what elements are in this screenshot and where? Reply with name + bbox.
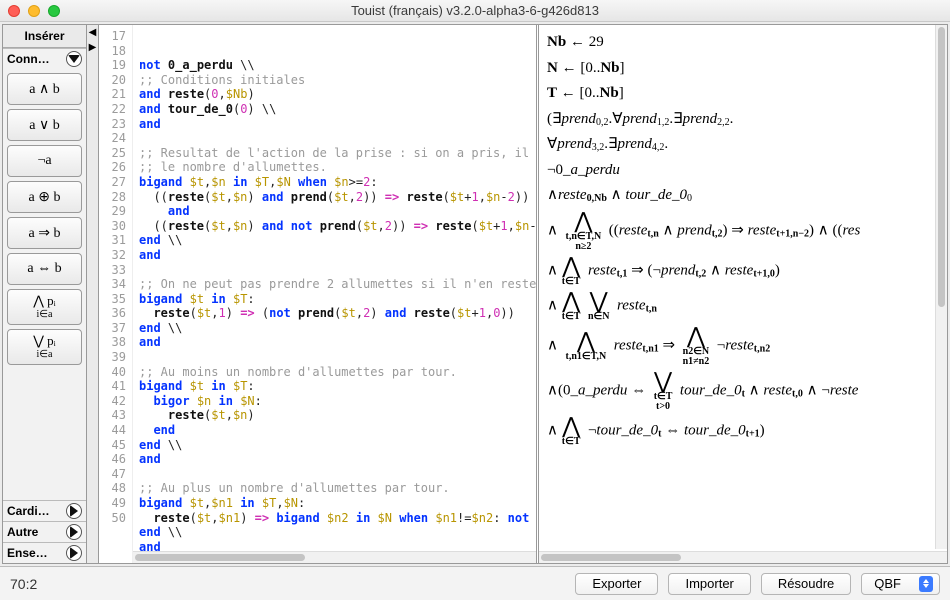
chevron-right-icon	[66, 503, 82, 519]
code-line[interactable]: ;; Au moins un nombre d'allumettes par t…	[139, 365, 534, 380]
latex-preview: Nb ← 29 N ← [0..Nb] T ← [0..Nb] (∃prend0…	[539, 25, 947, 454]
preview-line: ∧ ⋀t∈T restet,1 ⇒ (¬prendt,2 ∧ restet+1,…	[547, 255, 939, 287]
chevron-right-icon	[66, 545, 82, 561]
import-button[interactable]: Importer	[668, 573, 750, 595]
preview-line: ¬0_a_perdu	[547, 159, 939, 182]
code-line[interactable]: and	[139, 204, 534, 219]
preview-hscrollbar[interactable]	[539, 551, 947, 563]
preview-line: ∧ ⋀t∈T ¬tour_de_0t ⇔ tour_de_0t+1)	[547, 415, 939, 447]
main: Insérer Conn… a ∧ b a ∨ b ¬a a ⊕ b a ⇒ b…	[2, 24, 948, 564]
tab-prev-icon[interactable]: ◀	[87, 25, 98, 40]
preview-line: ∧ ⋀t,n1∈T,N restet,n1 ⇒ ⋀n2∈Nn1≠n2 ¬rest…	[547, 325, 939, 367]
sidebar-row-label: Cardi…	[7, 504, 50, 518]
preview-line: ∧(0_a_perdu ⇔ ⋁t∈Tt>0 tour_de_0t ∧ reste…	[547, 370, 939, 412]
code-line[interactable]: ;; Au plus un nombre d'allumettes par to…	[139, 481, 534, 496]
code-line[interactable]: ;; On ne peut pas prendre 2 allumettes s…	[139, 277, 534, 292]
sidebar: Insérer Conn… a ∧ b a ∨ b ¬a a ⊕ b a ⇒ b…	[3, 25, 87, 563]
tab-next-icon[interactable]: ▶	[87, 40, 98, 55]
solver-select[interactable]: QBF	[861, 573, 940, 595]
code-line[interactable]: bigand $t in $T:	[139, 379, 534, 394]
bigor-label-top: ⋁ pᵢ	[33, 334, 56, 348]
editor-pane: 1718192021222324252627282930313233343536…	[99, 25, 539, 563]
updown-icon	[919, 576, 933, 592]
preview-line: Nb ← 29	[547, 31, 939, 54]
preview-line: ∧ ⋀t,n∈T,Nn≥2 ((restet,n ∧ prendt,2) ⇒ r…	[547, 210, 939, 252]
line-gutter: 1718192021222324252627282930313233343536…	[99, 25, 133, 563]
chevron-right-icon	[66, 524, 82, 540]
bottom-bar: 70:2 Exporter Importer Résoudre QBF	[0, 566, 950, 600]
cursor-position: 70:2	[10, 576, 37, 592]
code-line[interactable]: end \\	[139, 438, 534, 453]
code-line[interactable]	[139, 350, 534, 365]
code-line[interactable]: bigand $t,$n in $T,$N when $n>=2:	[139, 175, 534, 190]
code-line[interactable]: and	[139, 248, 534, 263]
code-line[interactable]: bigand $t,$n1 in $T,$N:	[139, 496, 534, 511]
insert-implies-button[interactable]: a ⇒ b	[7, 217, 82, 249]
preview-line: ∀prend3,2.∃prend4,2.	[547, 133, 939, 156]
code-line[interactable]: and	[139, 452, 534, 467]
code-line[interactable]: ;; Conditions initiales	[139, 73, 534, 88]
code-line[interactable]	[139, 263, 534, 278]
code-line[interactable]	[139, 131, 534, 146]
preview-line: ∧reste0,Nb ∧ tour_de_00	[547, 184, 939, 207]
insert-or-button[interactable]: a ∨ b	[7, 109, 82, 141]
code-editor[interactable]: not 0_a_perdu \\;; Conditions initialesa…	[133, 25, 536, 563]
pane-tab-column: ◀ ▶	[87, 25, 99, 563]
solver-select-value: QBF	[874, 576, 901, 591]
code-line[interactable]: bigor $n in $N:	[139, 394, 534, 409]
chevron-down-icon	[66, 51, 82, 67]
code-line[interactable]: and	[139, 117, 534, 132]
sidebar-header: Insérer	[3, 25, 86, 48]
code-line[interactable]: bigand $t in $T:	[139, 292, 534, 307]
sidebar-group-sets[interactable]: Ense…	[3, 542, 86, 563]
code-line[interactable]	[139, 467, 534, 482]
insert-bigand-button[interactable]: ⋀ pᵢ i∈a	[7, 289, 82, 325]
bigor-label-bot: i∈a	[37, 349, 53, 360]
sidebar-group-connectors[interactable]: Conn…	[3, 48, 86, 69]
code-line[interactable]: reste($t,1) => (not prend($t,2) and rest…	[139, 306, 534, 321]
code-line[interactable]: reste($t,$n)	[139, 408, 534, 423]
preview-vscrollbar[interactable]	[935, 25, 947, 549]
code-line[interactable]: end \\	[139, 321, 534, 336]
code-line[interactable]: and	[139, 335, 534, 350]
sidebar-row-label: Autre	[7, 525, 38, 539]
insert-not-button[interactable]: ¬a	[7, 145, 82, 177]
window-title: Touist (français) v3.2.0-alpha3-6-g426d8…	[0, 3, 950, 18]
code-line[interactable]: ;; Resultat de l'action de la prise : si…	[139, 146, 534, 161]
preview-line: N ← [0..Nb]	[547, 57, 939, 80]
bigand-label-bot: i∈a	[37, 309, 53, 320]
sidebar-group-other[interactable]: Autre	[3, 521, 86, 542]
preview-pane: Nb ← 29 N ← [0..Nb] T ← [0..Nb] (∃prend0…	[539, 25, 947, 563]
code-line[interactable]: end \\	[139, 233, 534, 248]
sidebar-row-label: Ense…	[7, 546, 48, 560]
export-button[interactable]: Exporter	[575, 573, 658, 595]
code-line[interactable]: ;; le nombre d'allumettes.	[139, 160, 534, 175]
code-line[interactable]: and tour_de_0(0) \\	[139, 102, 534, 117]
insert-bigor-button[interactable]: ⋁ pᵢ i∈a	[7, 329, 82, 365]
titlebar: Touist (français) v3.2.0-alpha3-6-g426d8…	[0, 0, 950, 22]
preview-line: ∧ ⋀t∈T ⋁n∈N restet,n	[547, 290, 939, 322]
editor-hscrollbar[interactable]	[133, 551, 536, 563]
code-line[interactable]: ((reste($t,$n) and not prend($t,2)) => r…	[139, 219, 534, 234]
code-line[interactable]: ((reste($t,$n) and prend($t,2)) => reste…	[139, 190, 534, 205]
insert-iff-button[interactable]: a ⇔ b	[7, 253, 82, 285]
code-line[interactable]: end \\	[139, 525, 534, 540]
code-line[interactable]: reste($t,$n1) => bigand $n2 in $N when $…	[139, 511, 534, 526]
code-line[interactable]: not 0_a_perdu \\	[139, 58, 534, 73]
code-line[interactable]: and reste(0,$Nb)	[139, 87, 534, 102]
sidebar-group-cardinality[interactable]: Cardi…	[3, 500, 86, 521]
insert-xor-button[interactable]: a ⊕ b	[7, 181, 82, 213]
insert-and-button[interactable]: a ∧ b	[7, 73, 82, 105]
sidebar-buttons: a ∧ b a ∨ b ¬a a ⊕ b a ⇒ b a ⇔ b ⋀ pᵢ i∈…	[3, 69, 86, 500]
code-line[interactable]: end	[139, 423, 534, 438]
preview-line: T ← [0..Nb]	[547, 82, 939, 105]
preview-line: (∃prend0,2.∀prend1,2.∃prend2,2.	[547, 108, 939, 131]
solve-button[interactable]: Résoudre	[761, 573, 851, 595]
bigand-label-top: ⋀ pᵢ	[33, 294, 56, 308]
sidebar-group-label: Conn…	[7, 52, 50, 66]
